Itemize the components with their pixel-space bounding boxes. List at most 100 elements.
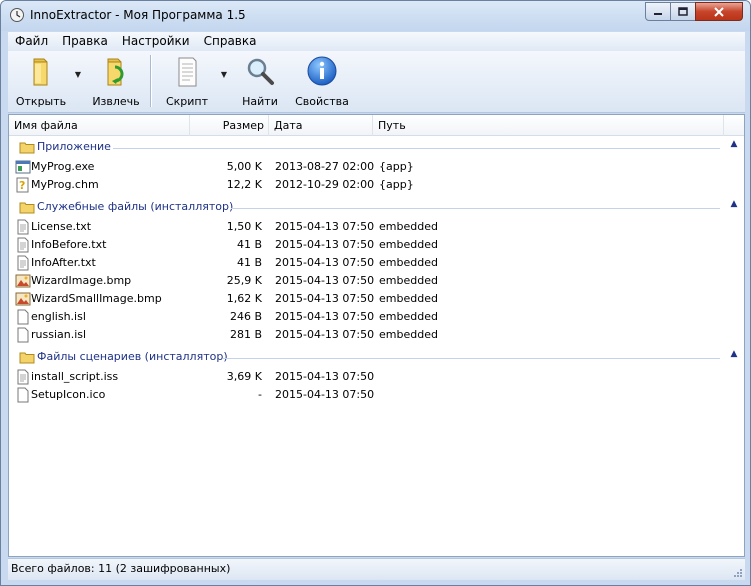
- extract-folder-icon: [107, 58, 124, 86]
- file-date: 2015-04-13 07:50: [275, 274, 375, 287]
- file-date: 2015-04-13 07:50: [275, 370, 375, 383]
- minimize-button[interactable]: [645, 2, 671, 21]
- menu-edit[interactable]: Правка: [55, 32, 115, 51]
- table-row[interactable]: WizardImage.bmp 25,9 K 2015-04-13 07:50 …: [9, 272, 729, 290]
- menu-help[interactable]: Справка: [197, 32, 264, 51]
- file-size: 41 B: [236, 238, 262, 251]
- file-name: License.txt: [31, 220, 92, 233]
- file-list[interactable]: Имя файла Размер Дата Путь Приложение ▲ …: [8, 114, 745, 557]
- column-header-path[interactable]: Путь: [373, 115, 724, 136]
- file-date: 2015-04-13 07:50: [275, 292, 375, 305]
- title-bar[interactable]: InnoExtractor - Моя Программа 1.5: [1, 1, 750, 31]
- open-folder-icon: [33, 58, 48, 86]
- app-window: InnoExtractor - Моя Программа 1.5 Файл П…: [0, 0, 751, 586]
- status-text: Всего файлов: 11 (2 зашифрованных): [11, 562, 231, 575]
- group-title: Приложение: [37, 140, 111, 153]
- menu-bar: Файл Правка Настройки Справка: [8, 32, 745, 51]
- table-row[interactable]: MyProg.exe 5,00 K 2013-08-27 02:00 {app}: [9, 158, 729, 176]
- text-file-icon: [17, 369, 29, 385]
- toolbar-separator: [150, 55, 151, 107]
- group-header-installer-service-files[interactable]: Служебные файлы (инсталлятор) ▲: [9, 198, 744, 216]
- collapse-icon[interactable]: ▲: [728, 139, 740, 153]
- table-row[interactable]: SetupIcon.ico - 2015-04-13 07:50: [9, 386, 729, 404]
- group-title: Служебные файлы (инсталлятор): [37, 200, 234, 213]
- bitmap-file-icon: [15, 292, 31, 306]
- svg-text:?: ?: [19, 179, 25, 192]
- maximize-button[interactable]: [670, 2, 696, 21]
- file-size: 246 B: [229, 310, 262, 323]
- find-button[interactable]: Найти: [234, 55, 286, 109]
- file-date: 2012-10-29 02:00: [275, 178, 375, 191]
- open-dropdown-button[interactable]: ▼: [72, 69, 84, 81]
- chevron-down-icon: ▼: [74, 70, 82, 79]
- blank-file-icon: [17, 309, 29, 325]
- file-date: 2015-04-13 07:50: [275, 256, 375, 269]
- folder-icon: [19, 142, 35, 154]
- file-name: InfoBefore.txt: [31, 238, 107, 251]
- text-file-icon: [17, 237, 29, 253]
- file-date: 2015-04-13 07:50: [275, 220, 375, 233]
- table-row[interactable]: english.isl 246 B 2015-04-13 07:50 embed…: [9, 308, 729, 326]
- folder-icon: [19, 352, 35, 364]
- file-name: SetupIcon.ico: [31, 388, 106, 401]
- file-path: embedded: [379, 328, 438, 341]
- group-header-installer-scripts[interactable]: Файлы сценариев (инсталлятор) ▲: [9, 348, 744, 366]
- file-path: embedded: [379, 292, 438, 305]
- script-dropdown-button[interactable]: ▼: [218, 69, 230, 81]
- window-title: InnoExtractor - Моя Программа 1.5: [30, 8, 246, 22]
- magnifier-icon: [247, 58, 274, 85]
- table-row[interactable]: InfoAfter.txt 41 B 2015-04-13 07:50 embe…: [9, 254, 729, 272]
- folder-icon: [19, 202, 35, 214]
- file-path: embedded: [379, 256, 438, 269]
- table-row[interactable]: WizardSmallImage.bmp 1,62 K 2015-04-13 0…: [9, 290, 729, 308]
- group-divider: [223, 358, 720, 359]
- chevron-down-icon: ▼: [220, 70, 228, 79]
- maximize-icon: [678, 7, 688, 16]
- file-name: russian.isl: [31, 328, 87, 341]
- extract-button[interactable]: Извлечь: [88, 55, 144, 109]
- table-row[interactable]: ? MyProg.chm 12,2 K 2012-10-29 02:00 {ap…: [9, 176, 729, 194]
- file-name: WizardImage.bmp: [31, 274, 132, 287]
- file-path: {app}: [379, 178, 414, 191]
- resize-grip-icon[interactable]: [731, 566, 743, 578]
- file-size: -: [258, 388, 262, 401]
- file-path: embedded: [379, 274, 438, 287]
- properties-button[interactable]: Свойства: [292, 55, 352, 109]
- open-button[interactable]: Открыть: [14, 55, 68, 109]
- table-row[interactable]: install_script.iss 3,69 K 2015-04-13 07:…: [9, 368, 729, 386]
- script-button[interactable]: Скрипт: [160, 55, 214, 109]
- bitmap-file-icon: [15, 274, 31, 288]
- script-label: Скрипт: [165, 95, 209, 108]
- script-document-icon: [178, 57, 197, 87]
- close-button[interactable]: [695, 2, 743, 21]
- file-date: 2015-04-13 07:50: [275, 328, 375, 341]
- file-size: 1,50 K: [226, 220, 262, 233]
- file-path: embedded: [379, 310, 438, 323]
- file-size: 12,2 K: [226, 178, 262, 191]
- collapse-icon[interactable]: ▲: [728, 349, 740, 363]
- file-name: english.isl: [31, 310, 86, 323]
- table-row[interactable]: License.txt 1,50 K 2015-04-13 07:50 embe…: [9, 218, 729, 236]
- collapse-icon[interactable]: ▲: [728, 199, 740, 213]
- toolbar: Открыть ▼ Извлечь Скрипт ▼ Найти Свойств…: [8, 51, 745, 113]
- file-name: InfoAfter.txt: [31, 256, 96, 269]
- file-size: 281 B: [229, 328, 262, 341]
- file-name: MyProg.exe: [31, 160, 95, 173]
- table-row[interactable]: russian.isl 281 B 2015-04-13 07:50 embed…: [9, 326, 729, 344]
- file-date: 2013-08-27 02:00: [275, 160, 375, 173]
- file-size: 5,00 K: [226, 160, 262, 173]
- column-header-size[interactable]: Размер: [190, 115, 269, 136]
- menu-file[interactable]: Файл: [8, 32, 55, 51]
- exe-icon: [15, 160, 31, 174]
- list-header: Имя файла Размер Дата Путь: [9, 115, 744, 136]
- file-date: 2015-04-13 07:50: [275, 238, 375, 251]
- group-header-application[interactable]: Приложение ▲: [9, 138, 744, 156]
- column-header-name[interactable]: Имя файла: [9, 115, 190, 136]
- column-header-date[interactable]: Дата: [269, 115, 373, 136]
- table-row[interactable]: InfoBefore.txt 41 B 2015-04-13 07:50 emb…: [9, 236, 729, 254]
- text-file-icon: [17, 255, 29, 271]
- group-divider: [231, 208, 720, 209]
- menu-settings[interactable]: Настройки: [115, 32, 197, 51]
- open-label: Открыть: [15, 95, 67, 108]
- app-icon: [10, 8, 24, 22]
